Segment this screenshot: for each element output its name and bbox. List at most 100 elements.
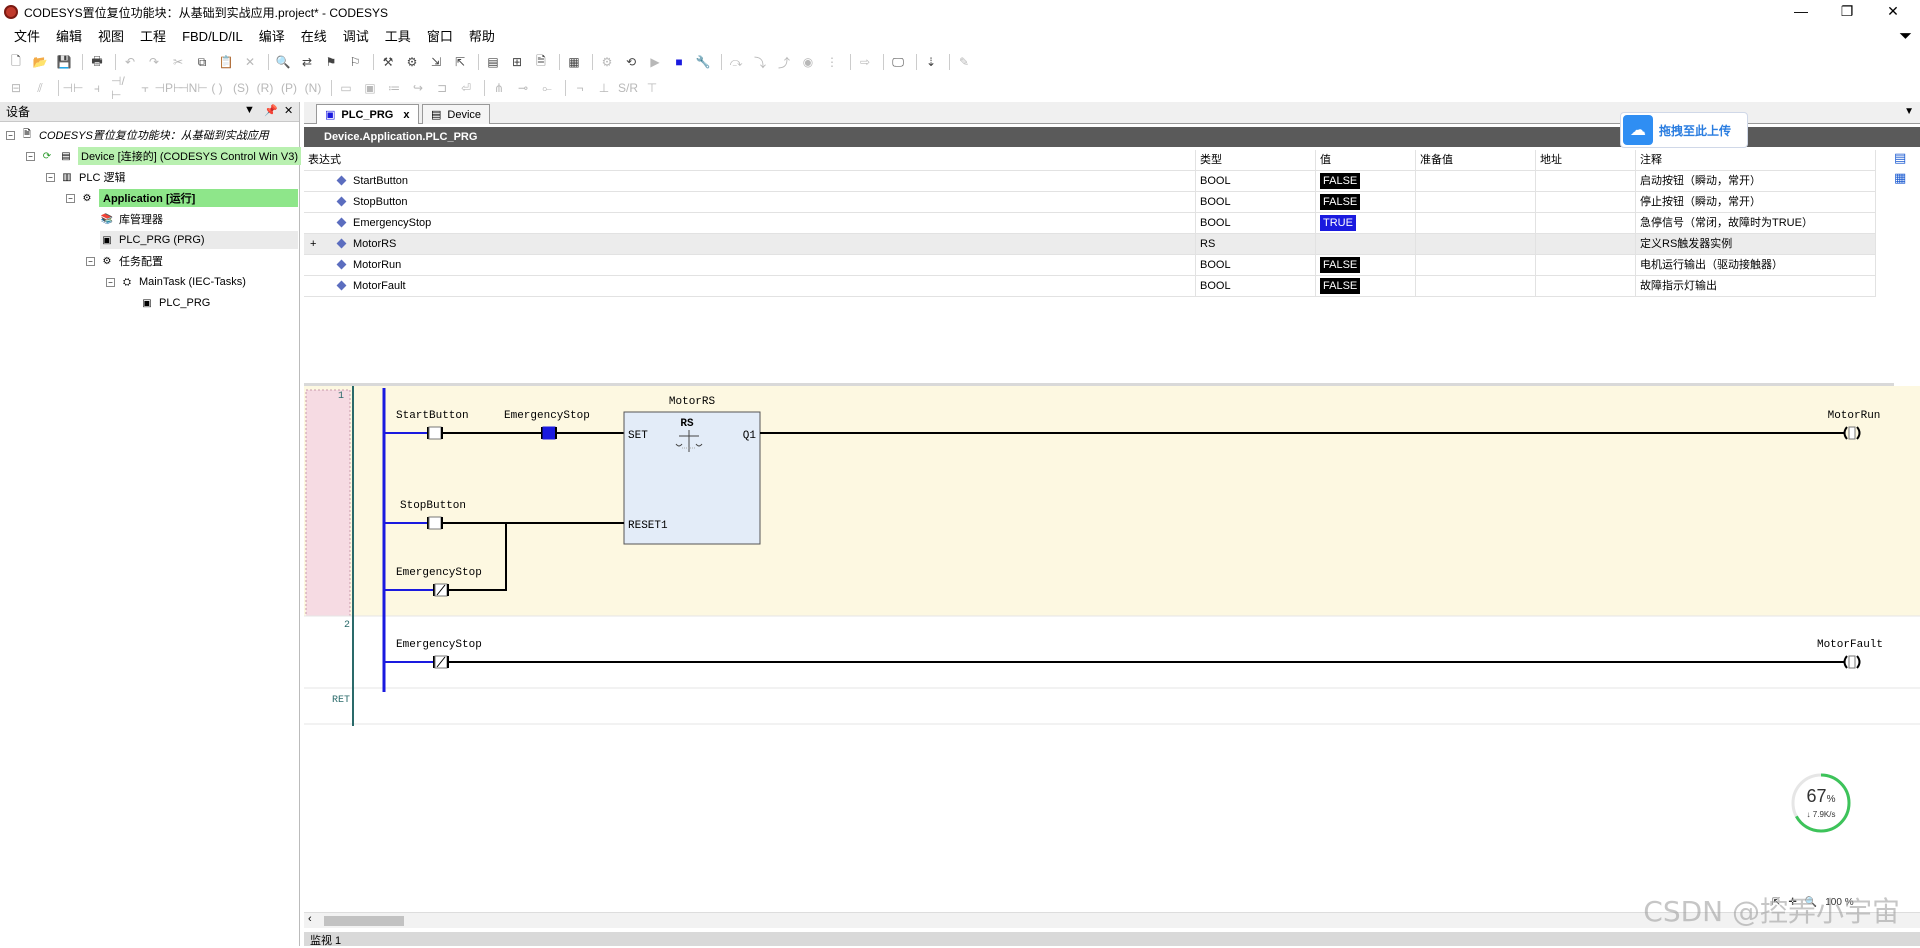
write-values-icon[interactable]: ⇣ — [921, 52, 941, 72]
col-prepared-value[interactable]: 准备值 — [1416, 150, 1536, 171]
ld-return-icon[interactable]: ⏎ — [456, 78, 476, 98]
step-into-icon[interactable]: ⤵ — [750, 52, 770, 72]
ld-network-icon[interactable]: ⊟ — [6, 78, 26, 98]
ld-negated-parallel-icon[interactable]: ⫟ — [135, 78, 155, 98]
step-out-icon[interactable]: ⤴ — [774, 52, 794, 72]
ld-label-icon[interactable]: ⊐ — [432, 78, 452, 98]
panel-dropdown-icon[interactable]: ▼ — [244, 104, 255, 116]
online-config-icon[interactable]: ⚙ — [597, 52, 617, 72]
stop-icon[interactable]: ■ — [669, 52, 689, 72]
run-icon[interactable]: ▶ — [645, 52, 665, 72]
logout-icon[interactable]: ⇱ — [450, 52, 470, 72]
bottom-panel-tab[interactable]: 监视 1 — [304, 932, 1920, 947]
print-icon[interactable]: 🖶 — [87, 52, 107, 72]
ld-set-coil-icon[interactable]: (S) — [231, 78, 251, 98]
undo-icon[interactable]: ↶ — [120, 52, 140, 72]
expand-icon[interactable]: + — [310, 234, 316, 255]
menu-fbd-ld-il[interactable]: FBD/LD/IL — [174, 26, 251, 48]
table-row[interactable]: StartButton BOOL FALSE 启动按钮（瞬动，常开） — [304, 171, 1876, 192]
col-type[interactable]: 类型 — [1196, 150, 1316, 171]
contact-startbutton[interactable] — [427, 426, 443, 440]
new-project-icon[interactable]: 🗋 — [6, 52, 26, 72]
next-statement-icon[interactable]: ⇨ — [855, 52, 875, 72]
menu-debug[interactable]: 调试 — [335, 26, 377, 48]
device-icon[interactable]: ▤ — [483, 52, 503, 72]
ld-set-reset-icon[interactable]: S/R — [618, 78, 638, 98]
table-row[interactable]: MotorRun BOOL FALSE 电机运行输出（驱动接触器） — [304, 255, 1876, 276]
properties-icon[interactable]: 🗎 — [531, 52, 551, 72]
ld-parallel-branch-icon[interactable]: ⊤ — [642, 78, 662, 98]
tree-application[interactable]: − ⚙ Application [运行] — [66, 189, 298, 207]
ld-negate-icon[interactable]: ¬ — [570, 78, 590, 98]
menu-help[interactable]: 帮助 — [461, 26, 503, 48]
collapse-icon[interactable]: − — [86, 256, 95, 266]
var-prepared-value[interactable] — [1416, 234, 1536, 255]
ld-reset-coil-icon[interactable]: (R) — [255, 78, 275, 98]
col-expression[interactable]: 表达式 — [304, 150, 1196, 171]
ld-negated-contact-icon[interactable]: ⊣/⊢ — [111, 74, 131, 102]
tree-task-config[interactable]: − ⚙ 任务配置 — [86, 252, 163, 270]
redo-icon[interactable]: ↷ — [144, 52, 164, 72]
panel-close-icon[interactable]: ✕ — [284, 104, 293, 117]
var-prepared-value[interactable] — [1416, 213, 1536, 234]
table-row[interactable]: + MotorRS RS 定义RS触发器实例 — [304, 234, 1876, 255]
step-over-icon[interactable]: ⤼ — [726, 52, 746, 72]
ld-network-below-icon[interactable]: ⫽ — [30, 78, 50, 98]
ld-box-en-icon[interactable]: ▣ — [360, 78, 380, 98]
ld-falling-edge-icon[interactable]: ⊣N⊢ — [178, 78, 208, 98]
copy-icon[interactable]: ⧉ — [192, 52, 212, 72]
tree-plc-logic[interactable]: − ▥ PLC 逻辑 — [46, 168, 125, 186]
cut-icon[interactable]: ✂ — [168, 52, 188, 72]
ld-branch-icon[interactable]: ⋔ — [489, 78, 509, 98]
scroll-left-icon[interactable]: ‹ — [308, 913, 312, 925]
menu-file[interactable]: 文件 — [6, 26, 48, 48]
breakpoint-icon[interactable]: ◉ — [798, 52, 818, 72]
ld-rising-coil-icon[interactable]: (P) — [279, 78, 299, 98]
force-values-icon[interactable]: ✎ — [954, 52, 974, 72]
calculator-icon[interactable]: ▦ — [564, 52, 584, 72]
ld-jump-icon[interactable]: ↪ — [408, 78, 428, 98]
cross-reference-icon[interactable]: ⚐ — [345, 52, 365, 72]
var-prepared-value[interactable] — [1416, 276, 1536, 297]
collapse-icon[interactable]: − — [46, 172, 55, 182]
open-project-icon[interactable]: 📂 — [30, 52, 50, 72]
menu-view[interactable]: 视图 — [90, 26, 132, 48]
delete-icon[interactable]: ✕ — [240, 52, 260, 72]
declaration-view-icon[interactable]: ▤ — [1894, 150, 1914, 166]
network-speed-widget[interactable]: 67% ↓ 7.9K/s — [1790, 772, 1852, 834]
table-view-icon[interactable]: ▦ — [1894, 170, 1914, 186]
menu-build[interactable]: 编译 — [251, 26, 293, 48]
menu-project[interactable]: 工程 — [132, 26, 174, 48]
col-value[interactable]: 值 — [1316, 150, 1416, 171]
collapse-icon[interactable]: − — [66, 193, 75, 203]
bookmark-icon[interactable]: ⚑ — [321, 52, 341, 72]
breakpoint-list-icon[interactable]: ⋮ — [822, 52, 842, 72]
contact-stopbutton[interactable] — [427, 516, 443, 530]
table-row[interactable]: MotorFault BOOL FALSE 故障指示灯输出 — [304, 276, 1876, 297]
tab-list-dropdown-icon[interactable]: ▼ — [1904, 106, 1914, 117]
collapse-icon[interactable]: − — [106, 277, 115, 287]
col-comment[interactable]: 注释 — [1636, 150, 1876, 171]
filter-icon[interactable]: ⏷ — [1899, 28, 1912, 46]
table-row[interactable]: EmergencyStop BOOL TRUE 急停信号（常闭，故障时为TRUE… — [304, 213, 1876, 234]
restore-button[interactable]: ❐ — [1824, 0, 1870, 24]
ld-input-icon[interactable]: ⊸ — [513, 78, 533, 98]
tree-plc-prg[interactable]: ▣ PLC_PRG (PRG) — [100, 231, 298, 249]
ld-coil-icon[interactable]: ( ) — [207, 78, 227, 98]
reset-icon[interactable]: ⟲ — [621, 52, 641, 72]
collapse-icon[interactable]: − — [6, 130, 15, 140]
ld-contact-parallel-icon[interactable]: ⫞ — [87, 78, 107, 98]
ld-box-icon[interactable]: ▭ — [336, 78, 356, 98]
var-prepared-value[interactable] — [1416, 192, 1536, 213]
close-button[interactable]: ✕ — [1870, 0, 1916, 24]
login-icon[interactable]: ⇲ — [426, 52, 446, 72]
replace-icon[interactable]: ⇄ — [297, 52, 317, 72]
menu-edit[interactable]: 编辑 — [48, 26, 90, 48]
tool-icon[interactable]: 🔧 — [693, 52, 713, 72]
table-row[interactable]: StopButton BOOL FALSE 停止按钮（瞬动，常开） — [304, 192, 1876, 213]
pin-icon[interactable]: 📌 — [264, 104, 278, 117]
var-prepared-value[interactable] — [1416, 255, 1536, 276]
paste-icon[interactable]: 📋 — [216, 52, 236, 72]
tree-maintask[interactable]: − ⛭ MainTask (IEC-Tasks) — [106, 273, 246, 291]
scrollbar-thumb[interactable] — [324, 916, 404, 926]
